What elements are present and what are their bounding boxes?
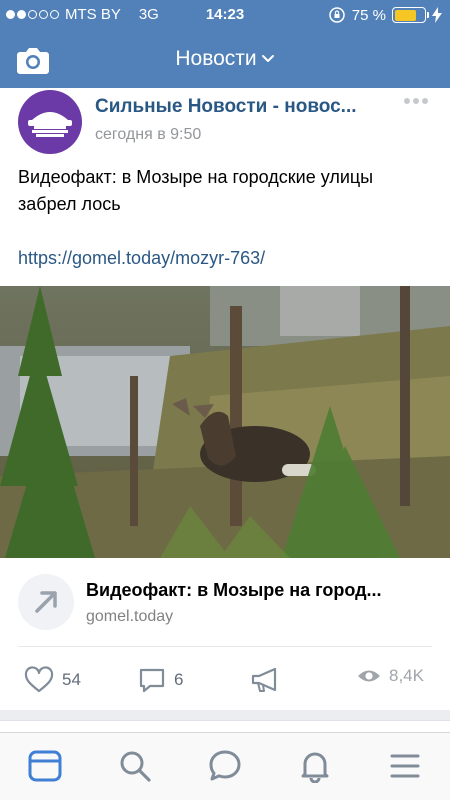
news-icon[interactable]: [28, 749, 62, 783]
share-button[interactable]: [250, 666, 280, 694]
views-counter: 8,4K: [357, 666, 424, 686]
post-text: Видеофакт: в Мозыре на городские улицы з…: [18, 167, 374, 214]
link-snippet[interactable]: Видеофакт: в Мозыре на город... gomel.to…: [0, 568, 450, 652]
views-count: 8,4K: [389, 666, 424, 685]
heart-icon: [24, 666, 54, 693]
moose-photo-image: [0, 286, 450, 558]
orientation-lock-icon: [329, 7, 345, 23]
comment-icon: [139, 668, 165, 693]
top-bar: MTS BY 3G 14:23 75 % Новости: [0, 0, 450, 88]
post-photo[interactable]: [0, 286, 450, 558]
search-icon[interactable]: [118, 749, 152, 783]
chevron-down-icon: [261, 55, 274, 63]
post-link[interactable]: https://gomel.today/mozyr-763/: [18, 248, 265, 269]
comment-button[interactable]: 6: [138, 666, 183, 694]
comment-count: 6: [174, 670, 184, 689]
status-bar: MTS BY 3G 14:23 75 %: [0, 0, 450, 30]
page-title-label: Новости: [175, 47, 257, 70]
snippet-icon-circle: [18, 574, 74, 630]
menu-icon[interactable]: [388, 749, 422, 783]
battery-percent: 75 %: [351, 6, 386, 24]
like-count: 54: [62, 670, 81, 689]
source-name[interactable]: Сильные Новости - новос...: [95, 96, 390, 118]
post-time: сегодня в 9:50: [95, 126, 202, 143]
battery-icon: [392, 7, 429, 23]
eye-icon: [358, 670, 380, 682]
charging-bolt-icon: [432, 7, 442, 23]
megaphone-icon: [251, 667, 277, 692]
car-logo-icon: [28, 112, 72, 137]
messages-icon[interactable]: [208, 749, 242, 783]
source-avatar[interactable]: [18, 90, 82, 154]
next-post-card: [0, 720, 450, 732]
divider: [18, 646, 432, 647]
notifications-icon[interactable]: [298, 749, 332, 783]
more-options-icon[interactable]: [404, 98, 428, 104]
external-link-arrow-icon: [35, 591, 57, 613]
snippet-title: Видеофакт: в Мозыре на город...: [86, 580, 382, 600]
page-title[interactable]: Новости: [0, 47, 450, 71]
snippet-domain: gomel.today: [86, 608, 174, 625]
like-button[interactable]: 54: [24, 666, 81, 694]
tab-bar: [0, 732, 450, 800]
post-actions: 54 6 8,4K: [0, 662, 450, 698]
post-card: Сильные Новости - новос... сегодня в 9:5…: [0, 88, 450, 710]
